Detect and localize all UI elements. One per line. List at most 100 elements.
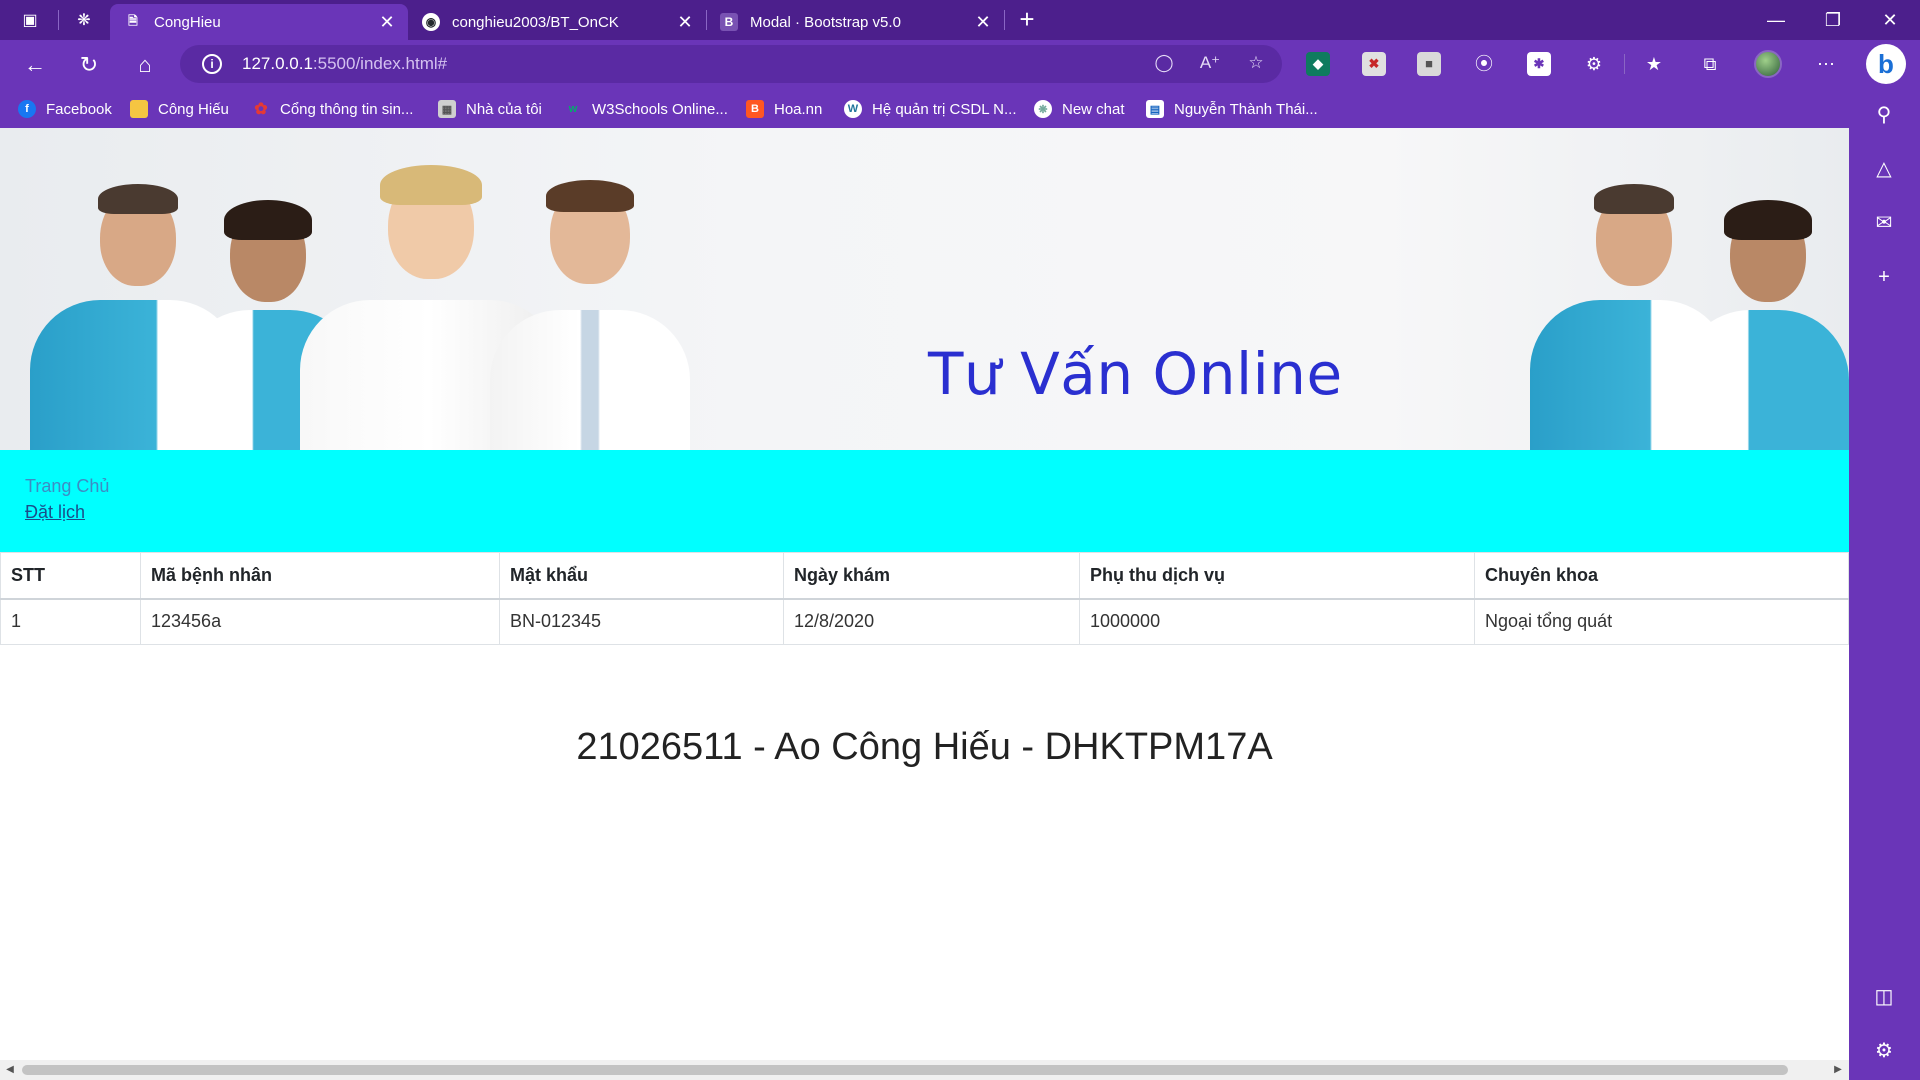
hide-sidebar-icon[interactable]: ◫ bbox=[1871, 984, 1897, 1010]
tab-separator bbox=[1004, 10, 1005, 30]
bookmark-label: W3Schools Online... bbox=[592, 100, 728, 118]
nav-link-home[interactable]: Trang Chủ bbox=[25, 476, 109, 497]
browser-toolbar: ← ↻ ⌂ i 127.0.0.1:5500/index.html# ◯ A⁺ … bbox=[0, 40, 1920, 88]
minimize-button[interactable]: — bbox=[1756, 6, 1796, 34]
folder-icon bbox=[130, 100, 148, 118]
column-header-service-fee: Phụ thu dịch vụ bbox=[1079, 552, 1475, 600]
close-icon[interactable]: ✕ bbox=[672, 12, 698, 33]
bookmark-new-chat[interactable]: ❋ New chat bbox=[1034, 98, 1125, 120]
restore-button[interactable]: ❐ bbox=[1813, 6, 1853, 34]
site-navbar: Trang Chủ Đặt lịch bbox=[0, 450, 1849, 552]
github-icon: ◉ bbox=[422, 13, 440, 31]
tag-icon[interactable]: ◯ bbox=[1152, 53, 1176, 75]
close-icon[interactable]: ✕ bbox=[374, 12, 400, 33]
doctor-figure-image bbox=[490, 180, 690, 450]
add-icon[interactable]: + bbox=[1871, 264, 1897, 290]
extension-green-icon[interactable]: ◆ bbox=[1306, 52, 1330, 76]
scroll-right-icon[interactable]: ▶ bbox=[1830, 1060, 1846, 1080]
blogger-icon: B bbox=[746, 100, 764, 118]
bookmark-nha-cua-toi[interactable]: ▦ Nhà của tôi bbox=[438, 98, 542, 120]
site-info-icon[interactable]: i bbox=[202, 54, 222, 74]
cell-exam-date: 12/8/2020 bbox=[783, 598, 1080, 645]
url-host: 127.0.0.1 bbox=[242, 54, 313, 73]
reload-button[interactable]: ↻ bbox=[74, 50, 104, 80]
column-header-patient-id: Mã bệnh nhân bbox=[140, 552, 500, 600]
address-bar[interactable]: i 127.0.0.1:5500/index.html# ◯ A⁺ ☆ bbox=[180, 45, 1282, 83]
wordpress-icon: W bbox=[844, 100, 862, 118]
outlook-icon[interactable]: ✉ bbox=[1871, 210, 1897, 236]
tab-label: CongHieu bbox=[154, 13, 221, 31]
banner-title: Tư Vấn Online bbox=[928, 340, 1343, 408]
bookmark-label: Cổng thông tin sin... bbox=[280, 100, 414, 118]
portal-icon: ✿ bbox=[254, 101, 268, 118]
tab-label: conghieu2003/BT_OnCK bbox=[452, 13, 619, 31]
student-info-footer: 21026511 - Ao Công Hiếu - DHKTPM17A bbox=[576, 726, 1273, 768]
more-icon[interactable]: ⋯ bbox=[1814, 52, 1838, 76]
bookmark-he-quan-tri[interactable]: W Hệ quản trị CSDL N... bbox=[844, 98, 1017, 120]
cell-patient-id: 123456a bbox=[140, 598, 500, 645]
bookmark-label: New chat bbox=[1062, 100, 1125, 118]
bookmark-icon: ▤ bbox=[1146, 100, 1164, 118]
chatgpt-tab-icon[interactable]: ❋ bbox=[70, 8, 98, 32]
tab-actions-icon[interactable]: ▣ bbox=[16, 8, 44, 32]
compass-icon[interactable]: ⦿ bbox=[1472, 52, 1496, 76]
bookmark-label: Hoa.nn bbox=[774, 100, 823, 118]
extensions-icon[interactable]: ⚙ bbox=[1582, 52, 1606, 76]
bookmark-cong-thong-tin[interactable]: ✿ Cổng thông tin sin... bbox=[252, 98, 413, 120]
home-button[interactable]: ⌂ bbox=[130, 50, 160, 80]
tab-bootstrap[interactable]: B Modal · Bootstrap v5.0 ✕ bbox=[706, 4, 1004, 40]
horizontal-scrollbar[interactable]: ◀ ▶ bbox=[0, 1060, 1849, 1080]
column-header-stt: STT bbox=[0, 552, 141, 600]
bookmark-label: Hệ quản trị CSDL N... bbox=[872, 100, 1017, 118]
bing-copilot-icon[interactable]: b bbox=[1866, 44, 1906, 84]
bookmark-cong-hieu[interactable]: Công Hiếu bbox=[130, 98, 229, 120]
extension-grey-icon[interactable]: ■ bbox=[1417, 52, 1441, 76]
page-viewport: Tư Vấn Online Trang Chủ Đặt lịch STT Mã … bbox=[0, 128, 1849, 1060]
back-button[interactable]: ← bbox=[20, 50, 50, 80]
bookmark-nguyen-thanh-thai[interactable]: ▤ Nguyễn Thành Thái... bbox=[1146, 98, 1318, 120]
home-doc-icon: ▦ bbox=[438, 100, 456, 118]
patient-table: STT Mã bệnh nhân Mật khẩu Ngày khám Phụ … bbox=[0, 552, 1849, 645]
close-icon[interactable]: ✕ bbox=[970, 12, 996, 33]
profile-avatar[interactable] bbox=[1754, 50, 1782, 78]
table-header-row: STT Mã bệnh nhân Mật khẩu Ngày khám Phụ … bbox=[0, 552, 1849, 600]
column-header-exam-date: Ngày khám bbox=[783, 552, 1080, 600]
url-text[interactable]: 127.0.0.1:5500/index.html# bbox=[242, 54, 447, 74]
new-tab-button[interactable]: + bbox=[1012, 6, 1042, 34]
column-header-specialty: Chuyên khoa bbox=[1474, 552, 1849, 600]
tab-conghieu[interactable]: 🗎 CongHieu ✕ bbox=[110, 4, 408, 40]
close-window-button[interactable]: ✕ bbox=[1870, 6, 1910, 34]
facebook-icon: f bbox=[18, 100, 36, 118]
bookmark-w3schools[interactable]: w W3Schools Online... bbox=[564, 98, 728, 120]
tab-github[interactable]: ◉ conghieu2003/BT_OnCK ✕ bbox=[408, 4, 706, 40]
nav-link-booking[interactable]: Đặt lịch bbox=[25, 502, 85, 523]
w3schools-icon: w bbox=[568, 103, 578, 115]
tab-strip: ▣ ❋ 🗎 CongHieu ✕ ◉ conghieu2003/BT_OnCK … bbox=[0, 0, 1920, 40]
chatgpt-icon: ❋ bbox=[1034, 100, 1052, 118]
read-aloud-icon[interactable]: A⁺ bbox=[1198, 53, 1222, 75]
edge-sidebar: ⚲ △ ✉ + ◫ ⚙ bbox=[1849, 88, 1920, 1080]
tab-label: Modal · Bootstrap v5.0 bbox=[750, 13, 901, 31]
bookmark-hoa-nn[interactable]: B Hoa.nn bbox=[746, 98, 822, 120]
bookmarks-bar: f Facebook Công Hiếu ✿ Cổng thông tin si… bbox=[0, 88, 1920, 128]
bookmark-facebook[interactable]: f Facebook bbox=[18, 98, 112, 120]
cell-stt: 1 bbox=[0, 598, 141, 645]
add-favorite-icon[interactable]: ☆ bbox=[1244, 53, 1268, 75]
cell-specialty: Ngoại tổng quát bbox=[1474, 598, 1849, 645]
bookmark-label: Công Hiếu bbox=[158, 100, 229, 118]
bookmark-label: Facebook bbox=[46, 100, 112, 118]
search-icon[interactable]: ⚲ bbox=[1871, 102, 1897, 128]
favorites-icon[interactable]: ★ bbox=[1642, 52, 1666, 76]
column-header-password: Mật khẩu bbox=[499, 552, 784, 600]
scrollbar-thumb[interactable] bbox=[22, 1065, 1788, 1075]
copilot-icon[interactable]: △ bbox=[1871, 156, 1897, 182]
extension-puzzle-box-icon[interactable]: ✱ bbox=[1527, 52, 1551, 76]
url-path: :5500/index.html# bbox=[312, 54, 448, 73]
collections-icon[interactable]: ⧉ bbox=[1698, 52, 1722, 76]
scroll-left-icon[interactable]: ◀ bbox=[2, 1060, 18, 1080]
table-row: 1 123456a BN-012345 12/8/2020 1000000 Ng… bbox=[0, 598, 1849, 645]
cell-service-fee: 1000000 bbox=[1079, 598, 1475, 645]
extension-tools-icon[interactable]: ✖ bbox=[1362, 52, 1386, 76]
settings-gear-icon[interactable]: ⚙ bbox=[1871, 1038, 1897, 1064]
cell-password: BN-012345 bbox=[499, 598, 784, 645]
